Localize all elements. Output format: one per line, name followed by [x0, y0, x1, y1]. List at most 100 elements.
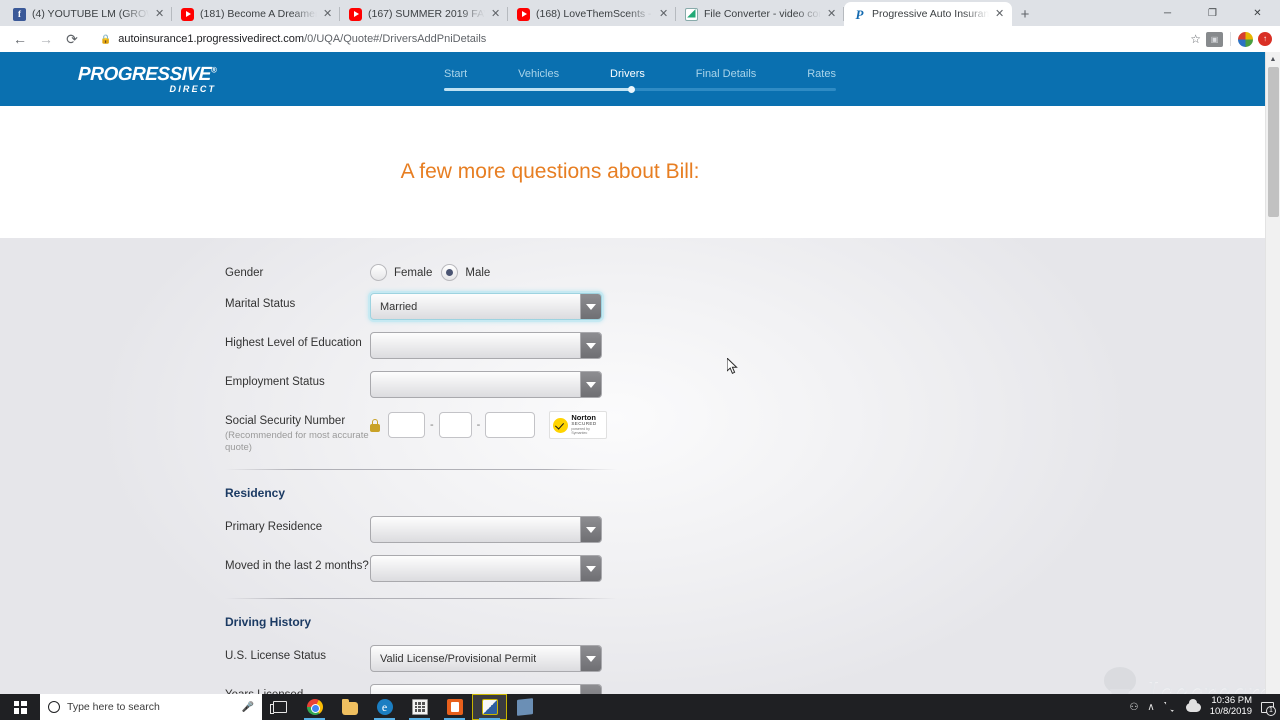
moved-select[interactable] — [370, 555, 602, 582]
close-icon[interactable]: ✕ — [491, 8, 501, 20]
bookmark-star-icon[interactable]: ☆ — [1190, 32, 1201, 46]
step-final-details[interactable]: Final Details — [696, 68, 757, 80]
residency-heading: Residency — [225, 486, 286, 500]
yellow-app-icon — [481, 699, 498, 715]
back-icon[interactable]: ← — [8, 27, 32, 51]
ssn-part2-input[interactable] — [438, 412, 472, 438]
driver-details-form: Gender Female Male Marital Status Marrie… — [225, 238, 1055, 694]
years-licensed-select[interactable] — [370, 684, 602, 694]
page-scrollbar[interactable]: ▲ — [1265, 52, 1280, 694]
section-divider — [225, 598, 617, 599]
ssn-control: - - Norton SECURED powered by Symantec — [370, 410, 1055, 439]
close-icon[interactable]: ✕ — [659, 8, 669, 20]
driving-history-heading: Driving History — [225, 615, 312, 629]
forward-icon[interactable]: → — [34, 27, 58, 51]
chevron-down-icon[interactable] — [580, 294, 601, 319]
chevron-down-icon[interactable] — [580, 646, 601, 671]
step-drivers[interactable]: Drivers — [610, 68, 645, 80]
browser-tab[interactable]: (168) LoveThemScents - YouTube ✕ — [508, 2, 676, 26]
close-window-button[interactable]: ✕ — [1235, 0, 1280, 26]
browser-tab[interactable]: f (4) YOUTUBE LM (GROWTH HUB) ✕ — [4, 2, 172, 26]
moved-row: Moved in the last 2 months? — [225, 555, 1055, 582]
radio-female[interactable]: Female — [370, 264, 432, 281]
taskbar-calculator[interactable] — [402, 694, 437, 720]
maximize-button[interactable]: ❐ — [1190, 0, 1235, 26]
chevron-down-icon[interactable] — [580, 556, 601, 581]
progressive-logo[interactable]: PROGRESSIVE® DIRECT — [78, 64, 217, 94]
update-icon[interactable]: ↑ — [1258, 32, 1272, 46]
taskbar-orange-app[interactable] — [437, 694, 472, 720]
marital-status-select[interactable]: Married — [370, 293, 602, 320]
browser-tab[interactable]: (167) SUMMER 2019 FAVOURITES ✕ — [340, 2, 508, 26]
search-input[interactable]: Type here to search 🎤 — [40, 694, 262, 720]
taskbar-chrome[interactable] — [297, 694, 332, 720]
select-value: Married — [380, 300, 418, 313]
step-vehicles[interactable]: Vehicles — [518, 68, 559, 80]
task-view-button[interactable] — [262, 694, 297, 720]
chevron-up-icon[interactable]: ∧ — [1147, 702, 1154, 713]
windows-taskbar: Type here to search 🎤 e ⚇ ∧ 10:36 PM 10/… — [0, 694, 1280, 720]
cortana-icon — [48, 701, 60, 713]
heading-band: A few more questions about Bill: — [0, 106, 1280, 238]
microphone-icon[interactable]: 🎤 — [242, 702, 254, 713]
tab-title: (167) SUMMER 2019 FAVOURITES — [368, 8, 485, 20]
gender-label: Gender — [225, 267, 264, 279]
calculator-icon — [411, 699, 428, 715]
tab-title: (4) YOUTUBE LM (GROWTH HUB) — [32, 8, 149, 20]
close-icon[interactable]: ✕ — [323, 8, 333, 20]
scrollbar-thumb[interactable] — [1268, 67, 1279, 217]
primary-residence-row: Primary Residence — [225, 516, 1055, 543]
scroll-up-icon[interactable]: ▲ — [1266, 52, 1280, 67]
clock[interactable]: 10:36 PM 10/8/2019 — [1210, 695, 1252, 718]
people-icon[interactable]: ⚇ — [1129, 702, 1138, 713]
browser-tab[interactable]: ◢ File Converter - video converter ✕ — [676, 2, 844, 26]
chevron-down-icon[interactable] — [580, 372, 601, 397]
onedrive-icon[interactable] — [1185, 698, 1201, 712]
step-rates[interactable]: Rates — [807, 68, 836, 80]
radio-label: Female — [394, 266, 433, 279]
progress-fill — [444, 88, 633, 91]
employment-select[interactable] — [370, 371, 602, 398]
close-icon[interactable]: ✕ — [155, 8, 165, 20]
progress-track — [444, 86, 836, 93]
taskbar-highlighted-app[interactable] — [472, 694, 507, 720]
radio-dot[interactable] — [370, 264, 387, 281]
employment-control — [370, 371, 1055, 398]
browser-tab-active[interactable]: P Progressive Auto Insurance – Mo ✕ — [844, 2, 1012, 26]
marital-status-label: Marital Status — [225, 298, 296, 310]
chevron-down-icon[interactable] — [580, 517, 601, 542]
chevron-down-icon[interactable] — [580, 685, 601, 694]
close-icon[interactable]: ✕ — [827, 8, 837, 20]
padlock-icon — [370, 418, 380, 432]
extension-icon[interactable]: ▣ — [1206, 31, 1223, 47]
ssn-part1-input[interactable] — [388, 412, 425, 438]
wifi-icon[interactable] — [1164, 702, 1177, 712]
chevron-down-icon[interactable] — [580, 333, 601, 358]
primary-residence-label: Primary Residence — [225, 521, 323, 533]
step-start[interactable]: Start — [444, 68, 467, 80]
notifications-icon[interactable]: 1 — [1261, 701, 1276, 716]
minimize-button[interactable]: ─ — [1145, 0, 1190, 26]
reload-icon[interactable]: ⟳ — [60, 27, 84, 51]
primary-residence-select[interactable] — [370, 516, 602, 543]
taskbar-edge[interactable]: e — [367, 694, 402, 720]
radio-male[interactable]: Male — [441, 264, 490, 281]
task-view-icon — [269, 701, 287, 714]
profile-avatar[interactable] — [1238, 31, 1253, 47]
youtube-icon — [517, 7, 530, 21]
license-status-select[interactable]: Valid License/Provisional Permit — [370, 645, 602, 672]
taskbar-file-explorer[interactable] — [332, 694, 367, 720]
new-tab-button[interactable]: + — [1012, 2, 1038, 26]
radio-dot-selected[interactable] — [441, 264, 459, 281]
ssn-label-sub: (Recommended for most accurate quote) — [225, 430, 369, 453]
progress-steps: Start Vehicles Drivers Final Details Rat… — [444, 68, 836, 93]
close-icon[interactable]: ✕ — [995, 8, 1005, 20]
ssn-separator: - — [476, 419, 481, 431]
browser-tab[interactable]: (181) Become A Dreamer - The D ✕ — [172, 2, 340, 26]
ssn-part3-input[interactable] — [485, 412, 536, 438]
address-bar[interactable]: 🔒 autoinsurance1.progressivedirect.com/0… — [92, 29, 1182, 49]
taskbar-notes-app[interactable] — [507, 694, 542, 720]
section-divider — [225, 469, 617, 470]
start-button[interactable] — [0, 694, 40, 720]
education-select[interactable] — [370, 332, 602, 359]
